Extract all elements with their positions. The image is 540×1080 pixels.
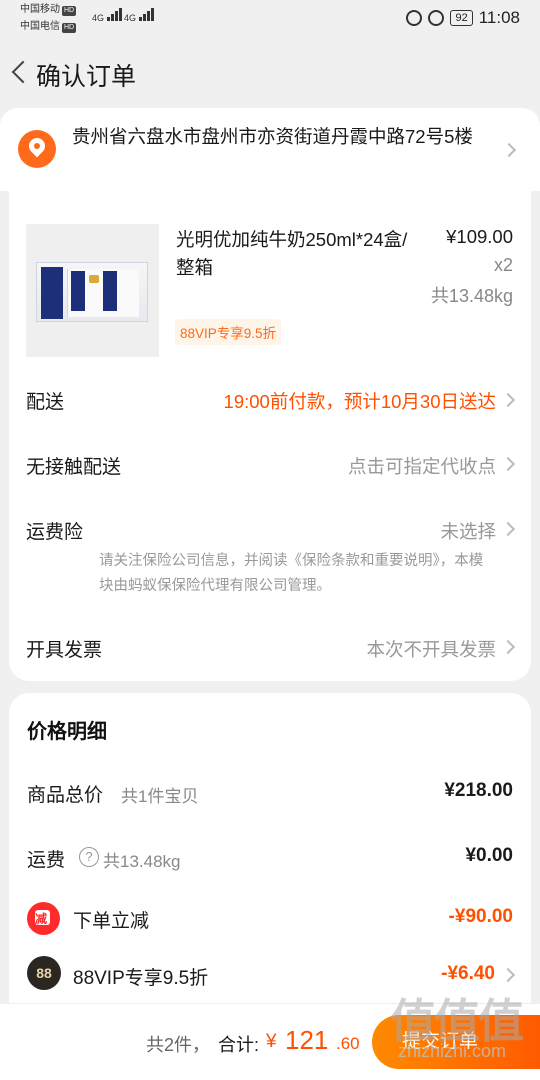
vip-icon: 88 [27,956,61,990]
hd-badge: HD [62,6,77,16]
invoice-label: 开具发票 [26,640,103,661]
bottom-bar: 共2件， 合计: ¥ 121 .60 提交订单 [0,1003,540,1080]
carrier-1: 中国移动 HD [20,4,77,16]
network-type: 4G [124,13,137,23]
order-discount-value: -¥90.00 [448,906,513,927]
chevron-right-icon[interactable] [500,521,516,537]
total-amount: 121 [285,1025,329,1055]
goods-total-value: ¥218.00 [444,780,513,801]
invoice-value[interactable]: 本次不开具发票 [366,636,496,662]
store-header: · [29,191,53,198]
shipping-weight: 共13.48kg [103,852,181,871]
goods-total-label: 商品总价 [27,785,104,806]
chevron-right-icon[interactable] [500,392,516,408]
submit-order-button[interactable]: 提交订单 [372,1015,540,1069]
back-icon[interactable] [9,58,31,86]
total-amount-decimal: .60 [336,1034,360,1053]
price-detail-card: 价格明细 商品总价 共1件宝贝 ¥218.00 运费 ? 共13.48kg ¥0… [9,693,531,1003]
clock: 11:08 [478,8,520,27]
chevron-right-icon[interactable] [500,456,516,472]
alarm-icon [406,10,423,26]
status-bar: 中国移动 HD 中国电信 HD 4G 4G 92 11:08 [0,0,540,38]
chevron-right-icon[interactable] [500,639,516,655]
location-pin-icon [18,130,56,168]
shipping-label: 运费 [27,850,66,871]
total-label: 合计: [218,1035,260,1055]
shipping-insurance-label: 运费险 [26,522,84,543]
signal-icon: 4G [92,8,123,23]
carrier-2: 中国电信 HD [20,21,77,33]
carrier-1-name: 中国移动 [20,4,60,15]
order-card: · 光明优加纯牛奶250ml*24盒/整箱 ¥109.00 x2 共13.48k… [9,191,531,681]
help-icon[interactable]: ? [79,847,99,867]
product-name[interactable]: 光明优加纯牛奶250ml*24盒/整箱 [176,226,416,282]
nav-bar: 确认订单 [0,38,540,108]
page-title: 确认订单 [36,63,137,91]
product-quantity: x2 [493,255,513,275]
contactless-delivery-label: 无接触配送 [26,457,122,478]
network-type: 4G [92,13,105,23]
product-image[interactable] [26,224,159,357]
order-discount-label: 下单立减 [73,911,150,932]
data-saver-icon [428,10,445,26]
vip-discount-value[interactable]: -¥6.40 [441,963,495,985]
product-price: ¥109.00 [446,226,513,247]
discount-icon-label: 减 [35,912,48,926]
status-right: 92 11:08 [406,8,520,28]
delivery-label: 配送 [26,392,65,413]
delivery-value[interactable]: 19:00前付款，预计10月30日送达 [224,388,496,414]
shipping-value: ¥0.00 [465,845,513,866]
battery-icon: 92 [450,10,473,26]
address-text: 贵州省六盘水市盘州市亦资街道丹霞中路72号5楼 [72,126,473,147]
shipping-insurance-value[interactable]: 未选择 [440,518,496,544]
total-currency: ¥ [266,1031,277,1052]
price-detail-title: 价格明细 [27,721,107,743]
contactless-delivery-value[interactable]: 点击可指定代收点 [348,453,496,479]
vip-discount-label: 88VIP专享9.5折 [73,968,209,989]
item-count: 共2件， [146,1035,211,1055]
vip-discount-badge: 88VIP专享9.5折 [175,319,282,345]
hd-badge: HD [62,23,77,33]
goods-count: 共1件宝贝 [121,787,199,806]
product-weight: 共13.48kg [430,286,513,306]
chevron-right-icon[interactable] [500,967,516,983]
carrier-2-name: 中国电信 [20,21,60,32]
insurance-note: 请关注保险公司信息，并阅读《保险条款和重要说明》，本模块由蚂蚁保保险代理有限公司… [99,553,484,594]
signal-icon: 4G [124,8,155,23]
